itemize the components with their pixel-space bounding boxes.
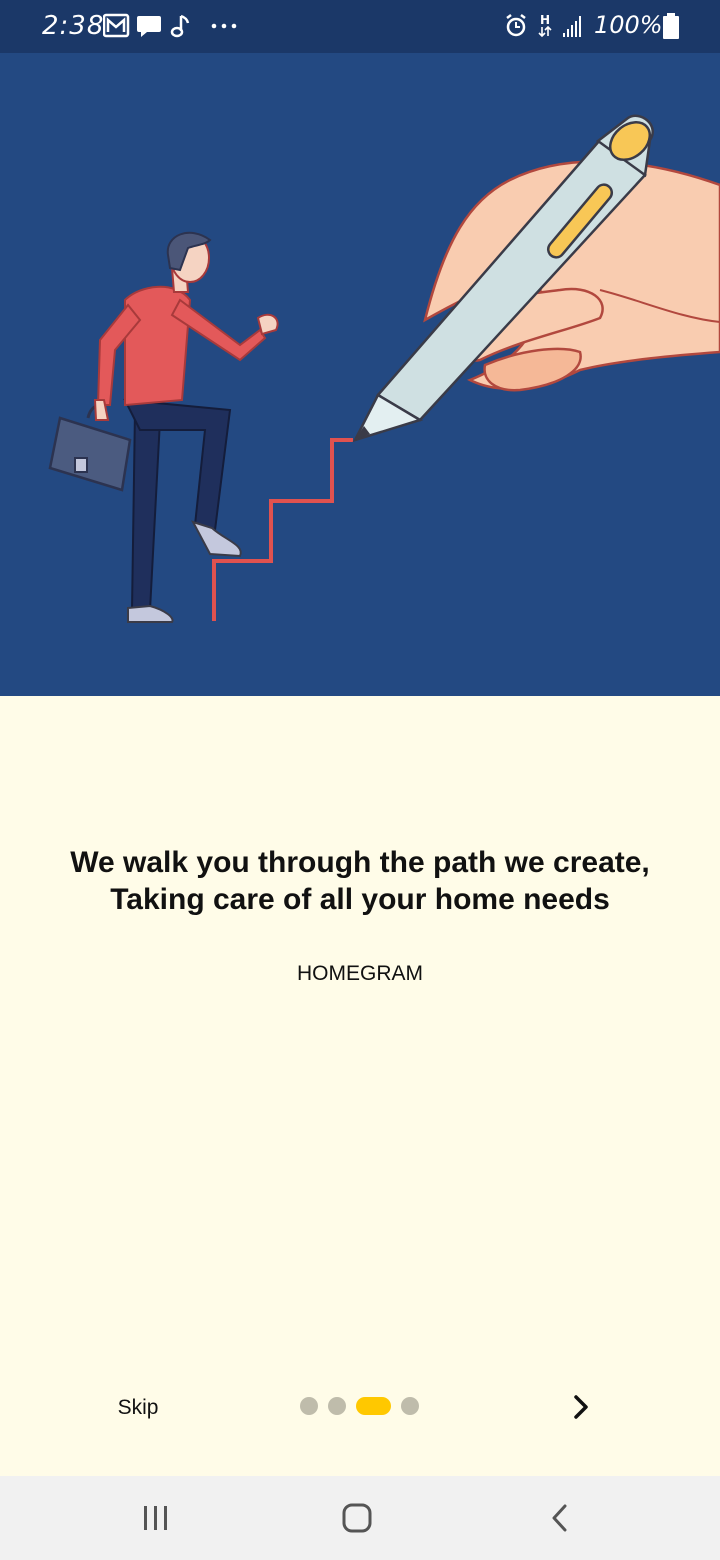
status-notification-icons — [103, 13, 237, 38]
mail-icon — [103, 13, 130, 38]
back-icon — [552, 1504, 567, 1532]
page-dot-3-active — [356, 1397, 391, 1415]
more-dots-icon — [211, 23, 237, 29]
onboarding-content: We walk you through the path we create, … — [0, 696, 720, 1476]
alarm-icon — [506, 14, 526, 37]
hero-illustration — [0, 53, 720, 696]
headline-line-1: We walk you through the path we create, — [70, 846, 650, 879]
music-note-icon — [170, 14, 190, 38]
status-bar: 2:38 H 100% — [0, 0, 720, 53]
businessman-climbing-drawn-stairs-illustration — [48, 114, 720, 623]
status-system-icons: H — [506, 13, 581, 38]
page-dot-1 — [300, 1397, 318, 1415]
home-icon — [342, 1503, 372, 1533]
back-button[interactable] — [530, 1496, 590, 1540]
network-h-icon: H — [538, 13, 552, 38]
recent-apps-button[interactable] — [126, 1496, 186, 1540]
chevron-right-icon — [574, 1395, 588, 1419]
page-dot-2 — [328, 1397, 346, 1415]
battery-icon — [663, 13, 679, 39]
message-icon — [137, 16, 161, 37]
system-navigation-bar — [0, 1476, 720, 1560]
page-dot-4 — [401, 1397, 419, 1415]
status-time: 2:38 — [42, 11, 105, 41]
svg-text:H: H — [540, 13, 550, 27]
home-button[interactable] — [327, 1496, 387, 1540]
page-indicator — [300, 1397, 430, 1415]
headline-line-2: Taking care of all your home needs — [110, 883, 610, 916]
battery-percentage: 100% — [594, 11, 663, 39]
onboarding-headline: We walk you through the path we create, … — [40, 844, 680, 918]
signal-icon — [563, 16, 581, 37]
businessman — [48, 231, 279, 623]
stairs-line — [212, 438, 353, 621]
brand-name: HOMEGRAM — [297, 962, 423, 985]
next-button[interactable] — [560, 1386, 602, 1428]
skip-button[interactable]: Skip — [100, 1388, 176, 1428]
recent-apps-icon — [144, 1506, 167, 1530]
